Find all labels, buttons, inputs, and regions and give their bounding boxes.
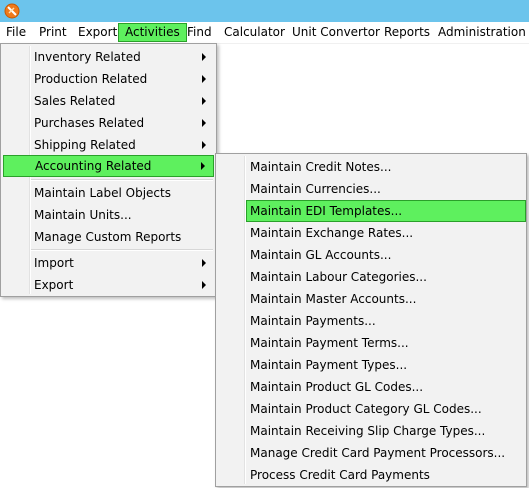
submenu-arrow-icon: [202, 53, 206, 61]
submenu-item-maintain-credit-notes[interactable]: Maintain Credit Notes...: [246, 156, 522, 178]
submenu-item-process-credit-card-payments[interactable]: Process Credit Card Payments: [246, 464, 522, 486]
menu-item-manage-custom-reports[interactable]: Manage Custom Reports: [3, 226, 214, 248]
app-logo-icon[interactable]: [4, 3, 20, 19]
menu-item-label: Import: [34, 256, 74, 270]
menu-item-maintain-units[interactable]: Maintain Units...: [3, 204, 214, 226]
submenu-item-maintain-edi-templates[interactable]: Maintain EDI Templates...: [246, 200, 526, 222]
submenu-item-manage-credit-card-payment-processors[interactable]: Manage Credit Card Payment Processors...: [246, 442, 522, 464]
submenu-arrow-icon: [202, 97, 206, 105]
menu-print[interactable]: Print: [33, 23, 73, 42]
menu-reports[interactable]: Reports: [378, 23, 436, 42]
menu-export[interactable]: Export: [72, 23, 123, 42]
menu-item-purchases-related[interactable]: Purchases Related: [3, 112, 214, 134]
submenu-item-label: Manage Credit Card Payment Processors...: [250, 446, 506, 460]
submenu-arrow-icon: [202, 281, 206, 289]
submenu-arrow-icon: [202, 259, 206, 267]
menu-item-label: Accounting Related: [35, 159, 152, 173]
menu-item-label: Manage Custom Reports: [34, 230, 182, 244]
menu-administration[interactable]: Administration: [432, 23, 529, 42]
menu-bar: File Print Export Activities Find Calcul…: [0, 22, 529, 44]
menu-item-label: Maintain Label Objects: [34, 186, 171, 200]
submenu-arrow-icon: [202, 119, 206, 127]
submenu-item-maintain-currencies[interactable]: Maintain Currencies...: [246, 178, 522, 200]
submenu-item-maintain-gl-accounts[interactable]: Maintain GL Accounts...: [246, 244, 522, 266]
menu-find[interactable]: Find: [181, 23, 218, 42]
menu-separator: [31, 179, 213, 181]
menu-item-maintain-label-objects[interactable]: Maintain Label Objects: [3, 182, 214, 204]
menu-item-label: Export: [34, 278, 74, 292]
submenu-item-maintain-product-gl-codes[interactable]: Maintain Product GL Codes...: [246, 376, 522, 398]
submenu-item-label: Maintain Credit Notes...: [250, 160, 392, 174]
menu-item-import[interactable]: Import: [3, 252, 214, 274]
menu-item-label: Shipping Related: [34, 138, 136, 152]
accounting-submenu: Maintain Credit Notes... Maintain Curren…: [215, 153, 527, 487]
submenu-item-maintain-receiving-slip-charge-types[interactable]: Maintain Receiving Slip Charge Types...: [246, 420, 522, 442]
submenu-item-label: Process Credit Card Payments: [250, 468, 430, 482]
submenu-item-maintain-payment-types[interactable]: Maintain Payment Types...: [246, 354, 522, 376]
activities-menu: Inventory Related Production Related Sal…: [0, 43, 217, 297]
menu-item-sales-related[interactable]: Sales Related: [3, 90, 214, 112]
submenu-item-label: Maintain Receiving Slip Charge Types...: [250, 424, 486, 438]
menu-item-export[interactable]: Export: [3, 274, 214, 296]
menu-activities[interactable]: Activities: [118, 23, 187, 42]
submenu-item-label: Maintain Payment Terms...: [250, 336, 409, 350]
submenu-item-label: Maintain GL Accounts...: [250, 248, 392, 262]
submenu-item-maintain-payment-terms[interactable]: Maintain Payment Terms...: [246, 332, 522, 354]
title-bar: [0, 0, 529, 22]
menu-unit-convertor[interactable]: Unit Convertor: [286, 23, 386, 42]
menu-item-label: Maintain Units...: [34, 208, 132, 222]
submenu-item-label: Maintain Labour Categories...: [250, 270, 427, 284]
submenu-item-label: Maintain Payments...: [250, 314, 376, 328]
menu-item-label: Inventory Related: [34, 50, 141, 64]
menu-calculator[interactable]: Calculator: [218, 23, 291, 42]
menu-item-shipping-related[interactable]: Shipping Related: [3, 134, 214, 156]
submenu-item-label: Maintain Exchange Rates...: [250, 226, 414, 240]
submenu-item-maintain-exchange-rates[interactable]: Maintain Exchange Rates...: [246, 222, 522, 244]
menu-item-label: Purchases Related: [34, 116, 145, 130]
submenu-item-label: Maintain Payment Types...: [250, 358, 408, 372]
menu-item-production-related[interactable]: Production Related: [3, 68, 214, 90]
submenu-item-label: Maintain Master Accounts...: [250, 292, 417, 306]
submenu-item-maintain-product-category-gl-codes[interactable]: Maintain Product Category GL Codes...: [246, 398, 522, 420]
submenu-arrow-icon: [202, 141, 206, 149]
submenu-arrow-icon: [202, 75, 206, 83]
submenu-item-label: Maintain Currencies...: [250, 182, 381, 196]
submenu-item-maintain-labour-categories[interactable]: Maintain Labour Categories...: [246, 266, 522, 288]
menu-item-inventory-related[interactable]: Inventory Related: [3, 46, 214, 68]
menu-item-label: Sales Related: [34, 94, 116, 108]
submenu-item-label: Maintain Product GL Codes...: [250, 380, 424, 394]
menu-separator: [31, 249, 213, 251]
submenu-item-label: Maintain EDI Templates...: [250, 204, 403, 218]
submenu-item-maintain-master-accounts[interactable]: Maintain Master Accounts...: [246, 288, 522, 310]
menu-item-label: Production Related: [34, 72, 148, 86]
submenu-item-maintain-payments[interactable]: Maintain Payments...: [246, 310, 522, 332]
submenu-item-label: Maintain Product Category GL Codes...: [250, 402, 482, 416]
menu-file[interactable]: File: [0, 23, 32, 42]
menu-item-accounting-related[interactable]: Accounting Related: [3, 155, 214, 177]
submenu-arrow-icon: [201, 162, 205, 170]
